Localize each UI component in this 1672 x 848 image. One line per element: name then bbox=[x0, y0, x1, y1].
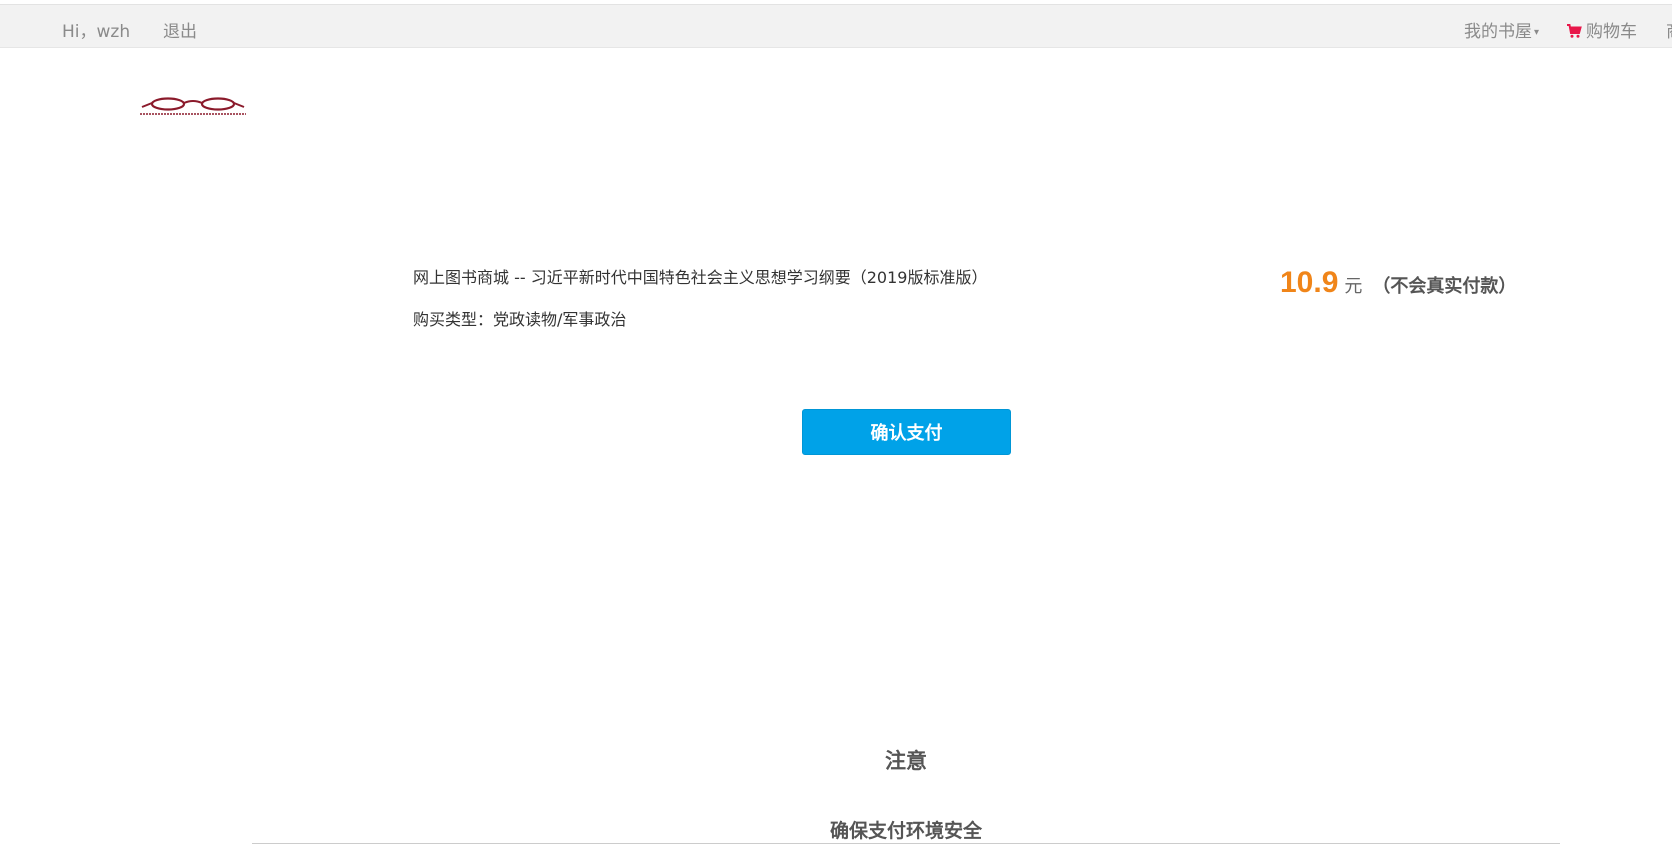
my-bookroom-menu[interactable]: 我的书屋 ▾ bbox=[1464, 17, 1539, 42]
cart-label: 购物车 bbox=[1586, 22, 1637, 42]
glasses-logo bbox=[140, 97, 246, 115]
logout-link[interactable]: 退出 bbox=[163, 17, 197, 42]
notice-subheading: 确保支付环境安全 bbox=[829, 820, 982, 842]
section-divider bbox=[252, 843, 1560, 844]
top-navigation-bar: Hi，wzh 退出 我的书屋▾ 购物车 商 bbox=[0, 4, 1672, 48]
my-bookroom-label: 我的书屋 bbox=[1464, 22, 1532, 42]
shopping-cart-icon bbox=[1567, 24, 1582, 38]
order-buy-type: 购买类型：党政读物/军事政治 bbox=[413, 310, 627, 329]
order-book-title: 网上图书商城 -- 习近平新时代中国特色社会主义思想学习纲要（2019版标准版） bbox=[413, 268, 988, 287]
price-unit: 元 bbox=[1344, 276, 1363, 297]
price-note: （不会真实付款） bbox=[1372, 276, 1517, 297]
price-block: 10.9 元 （不会真实付款） bbox=[1280, 266, 1516, 300]
caret-down-icon: ▾ bbox=[1534, 26, 1540, 38]
confirm-payment-button[interactable]: 确认支付 bbox=[802, 409, 1011, 455]
nav-item-cutoff[interactable]: 商 bbox=[1666, 17, 1672, 42]
cart-link[interactable]: 购物车 bbox=[1566, 17, 1637, 42]
notice-heading: 注意 bbox=[885, 749, 927, 773]
user-greeting: Hi，wzh bbox=[62, 22, 131, 42]
price-value: 10.9 bbox=[1280, 266, 1339, 299]
